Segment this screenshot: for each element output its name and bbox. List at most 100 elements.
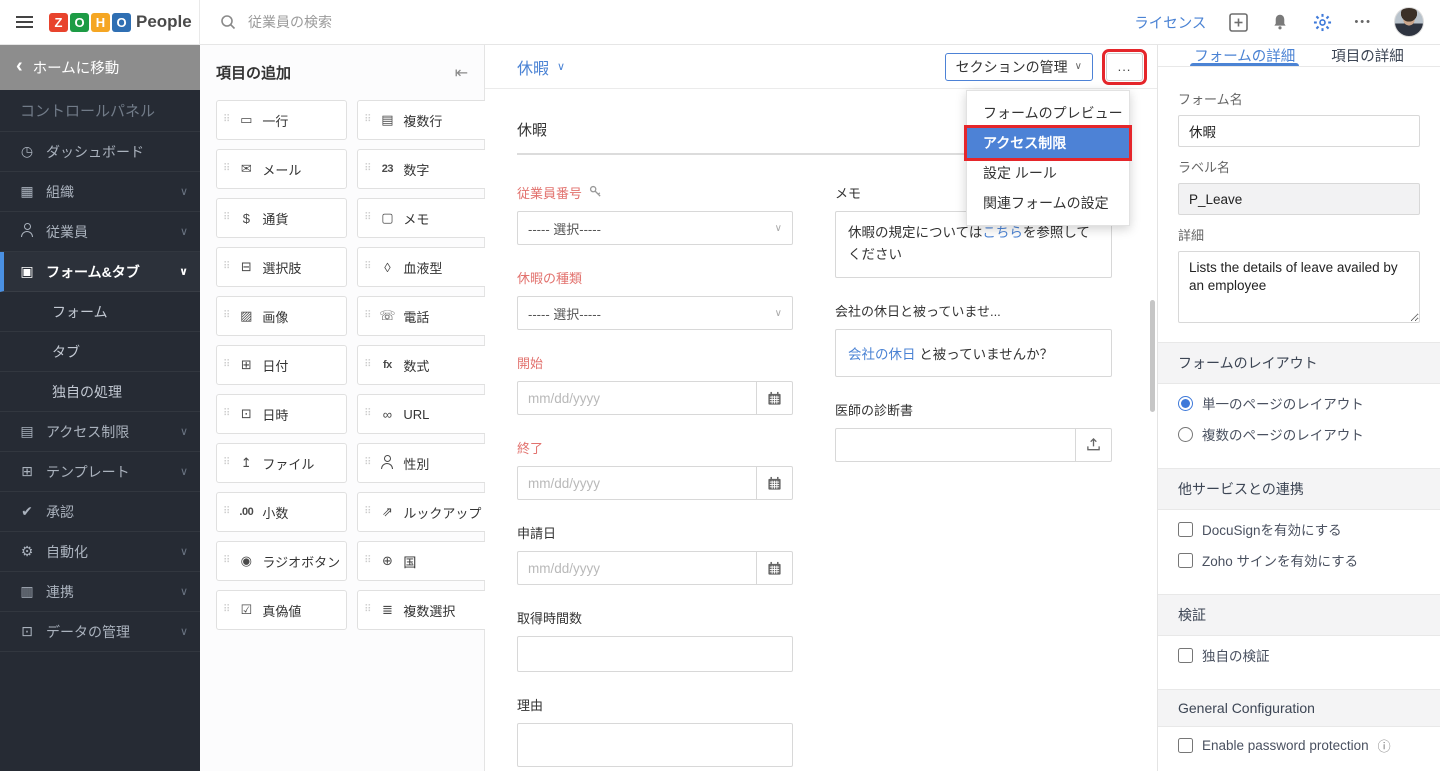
field-type-email[interactable]: ⠿✉メール bbox=[216, 149, 347, 189]
logo-letter: Z bbox=[49, 13, 68, 32]
start-date-input[interactable] bbox=[518, 382, 756, 414]
radio-multi-page-layout[interactable]: 複数のページのレイアウト bbox=[1178, 415, 1420, 446]
sidebar-item-employees[interactable]: 従業員 ∨ bbox=[0, 212, 200, 252]
here-link[interactable]: こちら bbox=[982, 225, 1023, 240]
checkbox-enable-zoho-sign[interactable]: Zoho サインを有効にする bbox=[1178, 541, 1420, 572]
sidebar-item-organization[interactable]: ▦ 組織 ∨ bbox=[0, 172, 200, 212]
leave-type-select[interactable]: ----- 選択----- ∨ bbox=[517, 296, 793, 330]
sidebar-item-integrations[interactable]: ▥ 連携 ∨ bbox=[0, 572, 200, 612]
form-title-dropdown[interactable]: 休暇 ∨ bbox=[517, 55, 565, 79]
checkbox-input[interactable] bbox=[1178, 522, 1193, 537]
picklist-icon: ⊟ bbox=[236, 259, 256, 275]
back-to-home-button[interactable]: ‹ ホームに移動 bbox=[0, 45, 200, 90]
sidebar-item-templates[interactable]: ⊞ テンプレート ∨ bbox=[0, 452, 200, 492]
multi-select-icon: ≣ bbox=[377, 602, 397, 618]
vertical-scrollbar[interactable] bbox=[1150, 300, 1155, 412]
sidebar-subitem-custom-actions[interactable]: 独自の処理 bbox=[0, 372, 200, 412]
field-type-multi-line[interactable]: ⠿▤複数行 bbox=[357, 100, 488, 140]
tab-field-details[interactable]: 項目の詳細 bbox=[1331, 45, 1404, 66]
field-type-date-time[interactable]: ⠿⊡日時 bbox=[216, 394, 347, 434]
hours-taken-input[interactable] bbox=[517, 636, 793, 672]
field-type-currency[interactable]: ⠿$通貨 bbox=[216, 198, 347, 238]
checkbox-input[interactable] bbox=[1178, 738, 1193, 753]
doctor-certificate-input[interactable] bbox=[836, 429, 1075, 461]
field-type-decimal[interactable]: ⠿.00小数 bbox=[216, 492, 347, 532]
field-type-note[interactable]: ⠿▢メモ bbox=[357, 198, 488, 238]
add-new-icon[interactable] bbox=[1228, 12, 1248, 32]
checkbox-input[interactable] bbox=[1178, 648, 1193, 663]
calendar-icon[interactable] bbox=[756, 382, 792, 414]
more-apps-icon[interactable]: ••• bbox=[1354, 16, 1372, 28]
field-type-number[interactable]: ⠿23数字 bbox=[357, 149, 488, 189]
field-type-country[interactable]: ⠿⊕国 bbox=[357, 541, 488, 581]
field-type-boolean[interactable]: ⠿☑真偽値 bbox=[216, 590, 347, 630]
control-panel-label: コントロールパネル bbox=[0, 90, 200, 132]
sidebar-item-data-administration[interactable]: ⊡ データの管理 ∨ bbox=[0, 612, 200, 652]
application-date-input[interactable] bbox=[518, 552, 756, 584]
drag-handle-icon: ⠿ bbox=[364, 311, 371, 321]
employee-id-select[interactable]: ----- 選択----- ∨ bbox=[517, 211, 793, 245]
collapse-panel-icon[interactable]: ⇤ bbox=[455, 63, 468, 83]
drag-handle-icon: ⠿ bbox=[364, 556, 371, 566]
settings-gear-icon[interactable] bbox=[1312, 12, 1332, 32]
field-type-lookup[interactable]: ⠿⇗ルックアップ bbox=[357, 492, 488, 532]
field-type-radio[interactable]: ⠿◉ラジオボタン bbox=[216, 541, 347, 581]
radio-single-page-layout[interactable]: 単一のページのレイアウト bbox=[1178, 384, 1420, 415]
drag-handle-icon: ⠿ bbox=[223, 164, 230, 174]
field-type-phone[interactable]: ⠿☏電話 bbox=[357, 296, 488, 336]
note-icon: ▢ bbox=[377, 210, 397, 226]
radio-input[interactable] bbox=[1178, 427, 1193, 442]
field-type-picklist[interactable]: ⠿⊟選択肢 bbox=[216, 247, 347, 287]
integration-icon: ▥ bbox=[18, 583, 36, 600]
sidebar-item-forms-tabs[interactable]: ▣ フォーム&タブ ∨ bbox=[0, 252, 200, 292]
user-avatar[interactable] bbox=[1394, 7, 1424, 37]
calendar-icon[interactable] bbox=[756, 467, 792, 499]
add-fields-title: 項目の追加 bbox=[216, 62, 291, 83]
drag-handle-icon: ⠿ bbox=[364, 262, 371, 272]
field-type-file[interactable]: ⠿↥ファイル bbox=[216, 443, 347, 483]
license-link[interactable]: ライセンス bbox=[1134, 12, 1206, 33]
logo-letter: O bbox=[112, 13, 131, 32]
employee-search-input[interactable] bbox=[248, 14, 548, 30]
menu-item-form-preview[interactable]: フォームのプレビュー bbox=[967, 98, 1129, 128]
calendar-icon[interactable] bbox=[756, 552, 792, 584]
sidebar-item-access-control[interactable]: ▤ アクセス制限 ∨ bbox=[0, 412, 200, 452]
field-type-image[interactable]: ⠿▨画像 bbox=[216, 296, 347, 336]
checkbox-input[interactable] bbox=[1178, 553, 1193, 568]
drag-handle-icon: ⠿ bbox=[223, 213, 230, 223]
hamburger-menu-icon[interactable] bbox=[12, 12, 37, 32]
field-type-multi-select[interactable]: ⠿≣複数選択 bbox=[357, 590, 488, 630]
end-date-input[interactable] bbox=[518, 467, 756, 499]
menu-item-access-control[interactable]: アクセス制限 bbox=[967, 128, 1129, 158]
menu-item-settings-rules[interactable]: 設定 ルール bbox=[967, 158, 1129, 188]
field-type-url[interactable]: ⠿∞URL bbox=[357, 394, 488, 434]
menu-item-related-form-settings[interactable]: 関連フォームの設定 bbox=[967, 188, 1129, 218]
more-options-button[interactable]: ... bbox=[1106, 53, 1143, 81]
field-type-gender[interactable]: ⠿性別 bbox=[357, 443, 488, 483]
notifications-bell-icon[interactable] bbox=[1270, 12, 1290, 32]
drag-handle-icon: ⠿ bbox=[364, 605, 371, 615]
field-type-blood-group[interactable]: ⠿◊血液型 bbox=[357, 247, 488, 287]
sidebar-subitem-tabs[interactable]: タブ bbox=[0, 332, 200, 372]
sidebar-subitem-forms[interactable]: フォーム bbox=[0, 292, 200, 332]
form-name-input[interactable] bbox=[1178, 115, 1420, 147]
checkbox-custom-validation[interactable]: 独自の検証 bbox=[1178, 636, 1420, 667]
checkbox-enable-docusign[interactable]: DocuSignを有効にする bbox=[1178, 510, 1420, 541]
field-type-date[interactable]: ⠿⊞日付 bbox=[216, 345, 347, 385]
description-textarea[interactable]: Lists the details of leave availed by an… bbox=[1178, 251, 1420, 323]
upload-icon: ↥ bbox=[236, 455, 256, 471]
reason-textarea[interactable] bbox=[517, 723, 793, 767]
sidebar-item-dashboard[interactable]: ◷ ダッシュボード bbox=[0, 132, 200, 172]
checkbox-password-protection[interactable]: Enable password protection ⓘ bbox=[1178, 727, 1420, 757]
manage-sections-button[interactable]: セクションの管理 ∨ bbox=[945, 53, 1093, 81]
sidebar-item-approvals[interactable]: ✔ 承認 bbox=[0, 492, 200, 532]
field-palette-panel: 項目の追加 ⇤ ⠿▭一行 ⠿▤複数行 ⠿✉メール ⠿23数字 ⠿$通貨 ⠿▢メモ… bbox=[200, 45, 485, 771]
sidebar-item-automation[interactable]: ⚙ 自動化 ∨ bbox=[0, 532, 200, 572]
radio-input[interactable] bbox=[1178, 396, 1193, 411]
zoho-people-logo[interactable]: ZOHO People bbox=[49, 12, 192, 32]
field-type-single-line[interactable]: ⠿▭一行 bbox=[216, 100, 347, 140]
field-type-formula[interactable]: ⠿fx数式 bbox=[357, 345, 488, 385]
company-holiday-link[interactable]: 会社の休日 bbox=[848, 347, 916, 362]
upload-icon[interactable] bbox=[1075, 429, 1111, 461]
tab-form-details[interactable]: フォームの詳細 bbox=[1194, 45, 1295, 66]
